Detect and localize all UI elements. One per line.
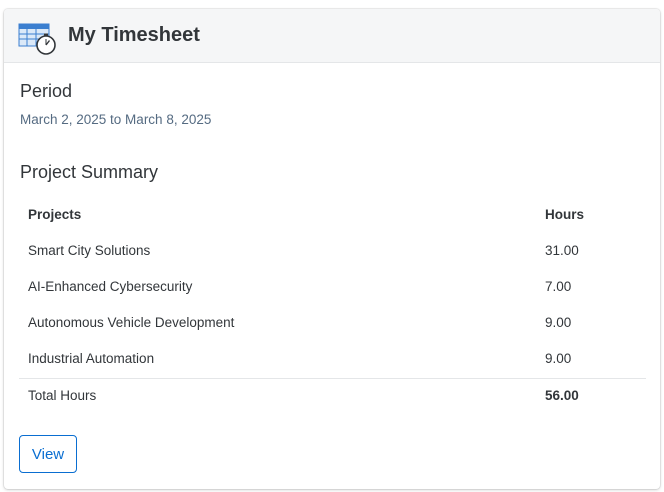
card-header: My Timesheet xyxy=(4,9,660,63)
project-hours: 7.00 xyxy=(545,279,572,294)
project-name: Autonomous Vehicle Development xyxy=(28,315,235,330)
column-header-projects: Projects xyxy=(28,207,82,222)
project-hours: 9.00 xyxy=(545,315,572,330)
period-heading: Period xyxy=(20,81,73,101)
timesheet-card: My Timesheet Period March 2, 2025 to Mar… xyxy=(4,9,660,489)
table-header-row: Projects Hours xyxy=(19,198,646,234)
column-header-hours: Hours xyxy=(545,207,585,222)
table-row: Autonomous Vehicle Development 9.00 xyxy=(19,306,646,342)
project-summary-table: Projects Hours Smart City Solutions 31.0… xyxy=(19,198,646,415)
table-row: Smart City Solutions 31.00 xyxy=(19,234,646,270)
project-hours: 31.00 xyxy=(545,243,579,258)
card-title: My Timesheet xyxy=(68,24,200,46)
total-hours: 56.00 xyxy=(545,388,579,403)
project-name: Industrial Automation xyxy=(28,351,155,366)
project-name: AI-Enhanced Cybersecurity xyxy=(28,279,193,294)
project-hours: 9.00 xyxy=(545,351,572,366)
project-summary-heading: Project Summary xyxy=(20,162,159,182)
table-row: Industrial Automation 9.00 xyxy=(19,342,646,378)
view-button[interactable]: View xyxy=(19,435,77,473)
table-row: AI-Enhanced Cybersecurity 7.00 xyxy=(19,270,646,306)
total-row: Total Hours 56.00 xyxy=(19,378,646,415)
total-label: Total Hours xyxy=(28,388,97,403)
period-range: March 2, 2025 to March 8, 2025 xyxy=(20,112,212,127)
project-name: Smart City Solutions xyxy=(28,243,151,258)
timesheet-stopwatch-icon xyxy=(18,22,58,56)
